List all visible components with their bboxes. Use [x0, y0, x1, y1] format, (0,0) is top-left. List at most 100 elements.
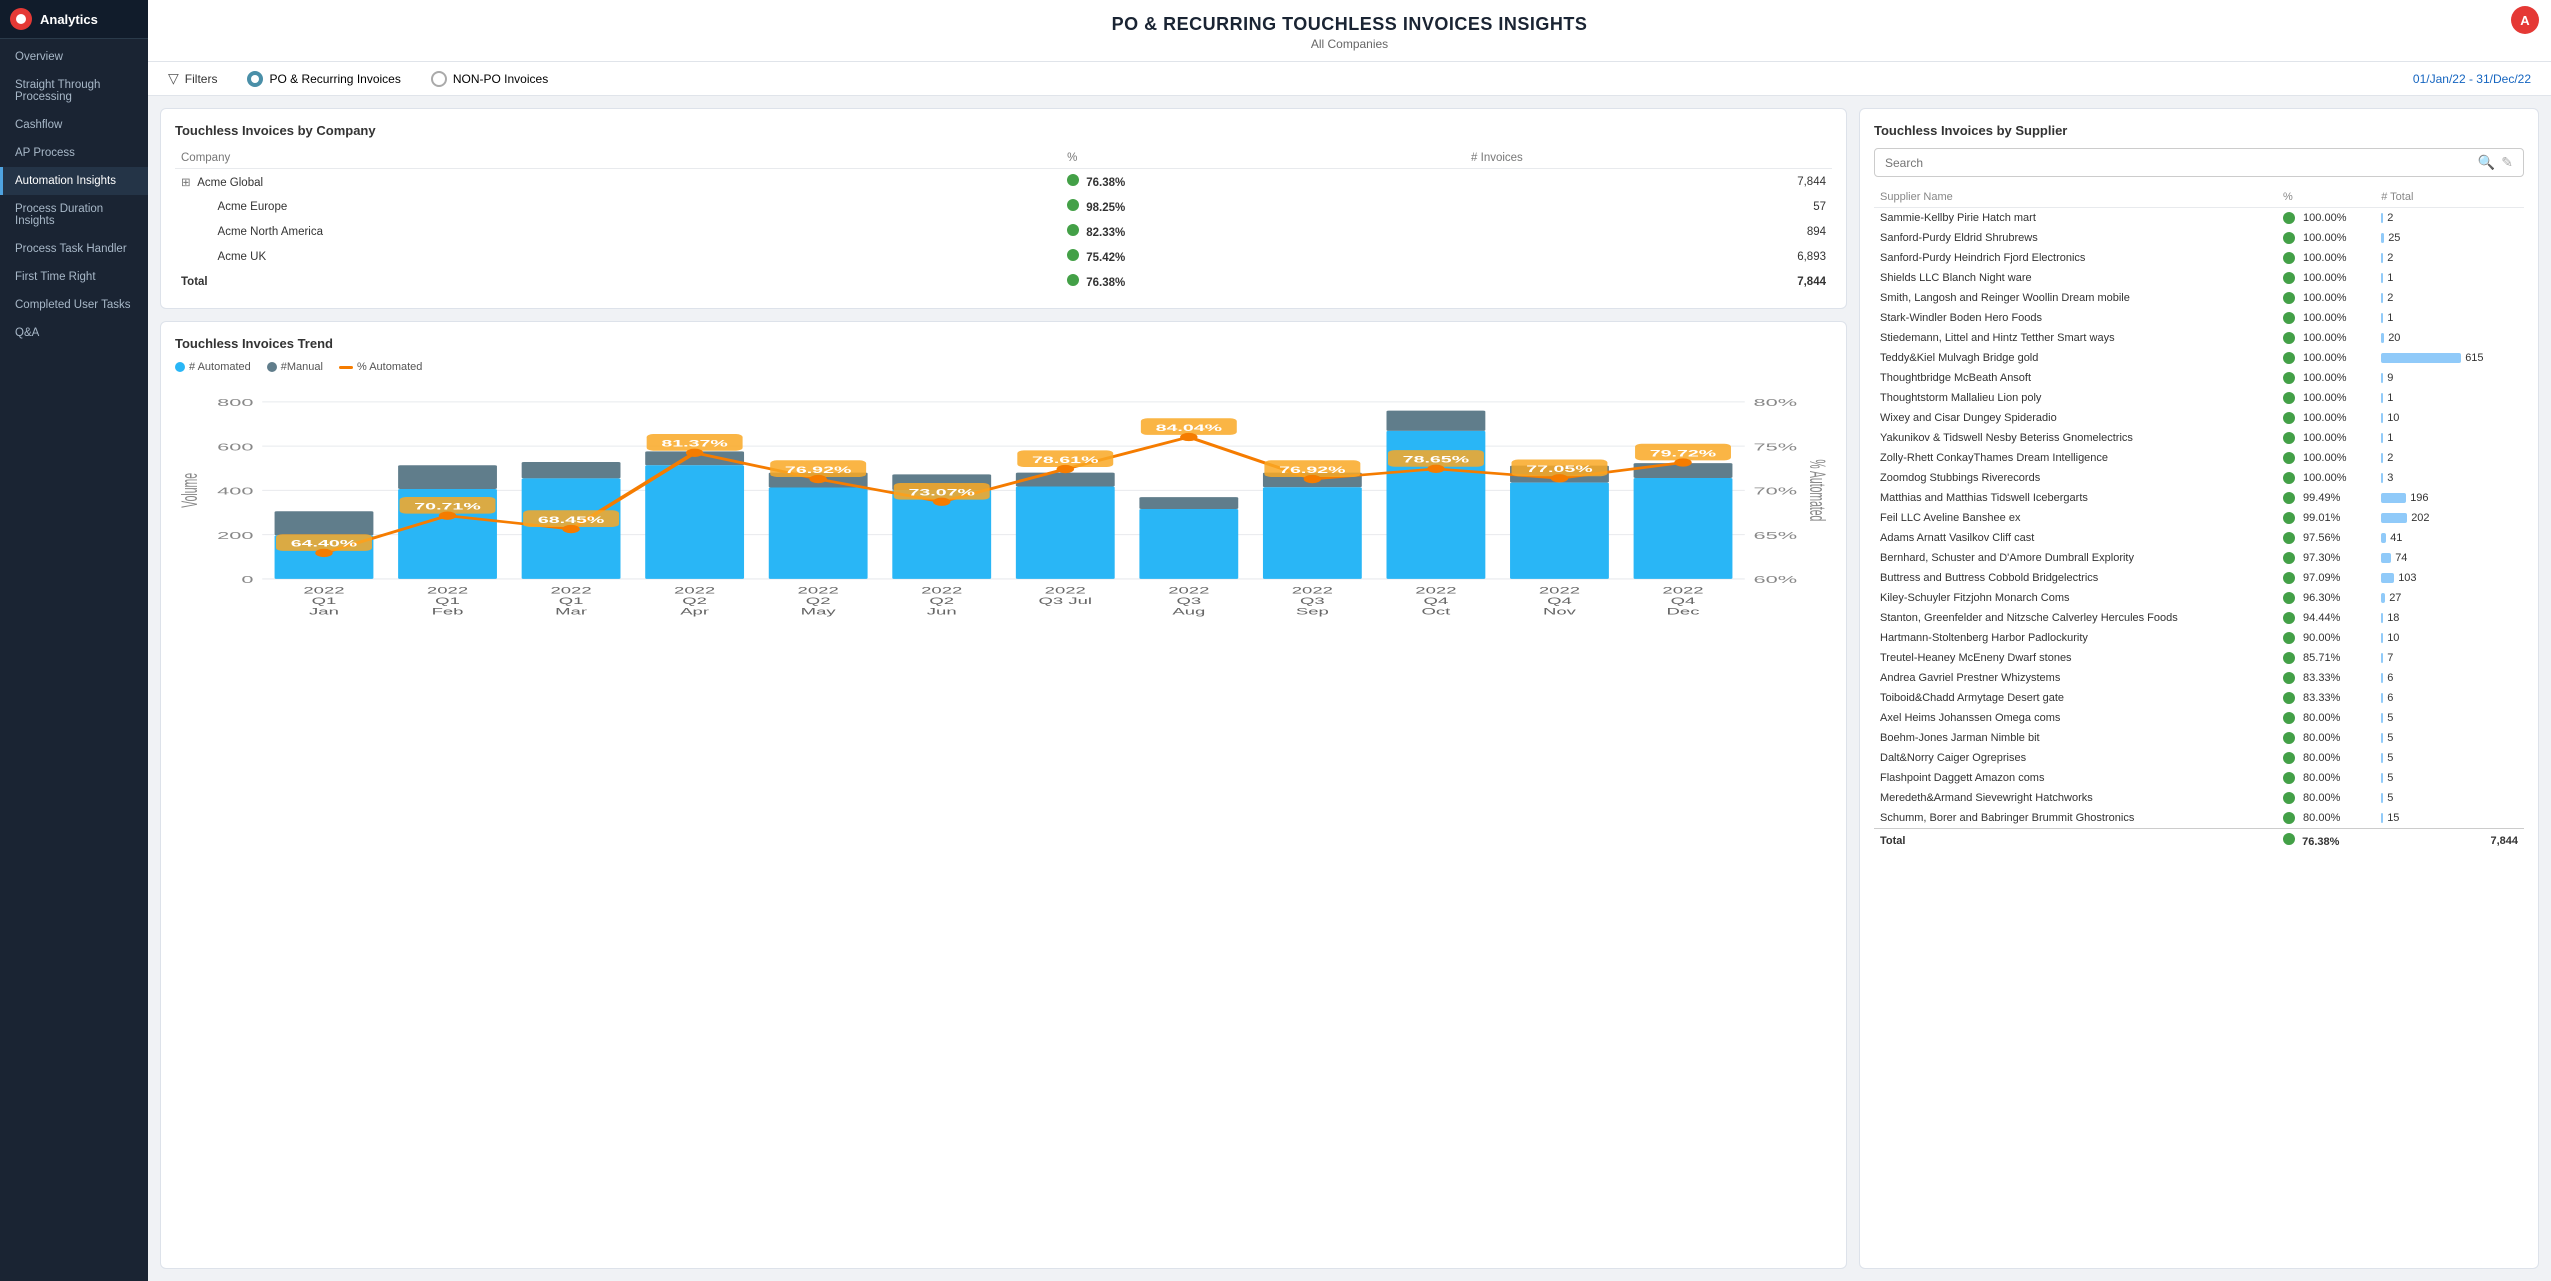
- bar-fill: [2381, 633, 2383, 643]
- sidebar-item-completed-user-tasks[interactable]: Completed User Tasks: [0, 291, 148, 319]
- status-dot: [2283, 452, 2295, 464]
- svg-text:2022: 2022: [921, 586, 962, 596]
- list-item: Wixey and Cisar Dungey Spideradio 100.00…: [1874, 408, 2524, 428]
- svg-text:77.05%: 77.05%: [1526, 464, 1593, 474]
- supplier-name: Zolly-Rhett ConkayThames Dream Intellige…: [1874, 448, 2277, 468]
- supplier-pct: 90.00%: [2277, 628, 2375, 648]
- po-recurring-radio[interactable]: [247, 71, 263, 87]
- svg-text:70.71%: 70.71%: [414, 502, 481, 512]
- list-item: Feil LLC Aveline Banshee ex 99.01% 202: [1874, 508, 2524, 528]
- supplier-name: Bernhard, Schuster and D'Amore Dumbrall …: [1874, 548, 2277, 568]
- trend-title: Touchless Invoices Trend: [175, 336, 1832, 351]
- svg-text:Q3 Jul: Q3 Jul: [1039, 597, 1093, 607]
- svg-text:60%: 60%: [1754, 574, 1798, 586]
- non-po-radio[interactable]: [431, 71, 447, 87]
- company-invoices: 7,844: [1465, 169, 1832, 195]
- svg-text:2022: 2022: [1045, 586, 1086, 596]
- bar-fill: [2381, 713, 2383, 723]
- list-item: Bernhard, Schuster and D'Amore Dumbrall …: [1874, 548, 2524, 568]
- list-item: Treutel-Heaney McEneny Dwarf stones 85.7…: [1874, 648, 2524, 668]
- svg-text:81.37%: 81.37%: [661, 439, 728, 449]
- status-dot: [2283, 412, 2295, 424]
- supplier-total: 103: [2375, 568, 2524, 588]
- status-dot: [1067, 224, 1079, 236]
- list-item: Yakunikov & Tidswell Nesby Beteriss Gnom…: [1874, 428, 2524, 448]
- svg-text:70%: 70%: [1754, 485, 1798, 497]
- status-dot: [2283, 292, 2295, 304]
- bar-fill: [2381, 453, 2383, 463]
- bar-fill: [2381, 253, 2383, 263]
- list-item: Adams Arnatt Vasilkov Cliff cast 97.56% …: [1874, 528, 2524, 548]
- expand-icon[interactable]: ⊞: [181, 177, 191, 189]
- svg-text:Q3: Q3: [1300, 597, 1325, 607]
- status-dot: [2283, 472, 2295, 484]
- supplier-pct: 100.00%: [2277, 248, 2375, 268]
- status-dot: [2283, 812, 2295, 824]
- supplier-name: Kiley-Schuyler Fitzjohn Monarch Coms: [1874, 588, 2277, 608]
- supplier-total: 202: [2375, 508, 2524, 528]
- svg-text:2022: 2022: [798, 586, 839, 596]
- supplier-name: Shields LLC Blanch Night ware: [1874, 268, 2277, 288]
- supplier-total: 3: [2375, 468, 2524, 488]
- trend-legend: # Automated#Manual% Automated: [175, 361, 1832, 373]
- company-name: Acme UK: [175, 244, 1061, 269]
- status-dot: [2283, 252, 2295, 264]
- filters-button[interactable]: ▽ Filters: [168, 70, 217, 87]
- po-recurring-option[interactable]: PO & Recurring Invoices: [247, 71, 400, 87]
- svg-text:Q4: Q4: [1547, 597, 1572, 607]
- svg-text:400: 400: [217, 485, 253, 497]
- bar-fill: [2381, 333, 2384, 343]
- list-item: Toiboid&Chadd Armytage Desert gate 83.33…: [1874, 688, 2524, 708]
- company-name: ⊞ Acme Global: [175, 169, 1061, 195]
- bar-fill: [2381, 793, 2383, 803]
- supplier-table-wrap[interactable]: Supplier Name % # Total Sammie-Kellby Pi…: [1874, 187, 2524, 1254]
- bar-fill: [2381, 293, 2383, 303]
- edit-icon[interactable]: ✎: [2501, 154, 2513, 171]
- svg-text:Mar: Mar: [555, 607, 587, 617]
- sidebar-item-ap-process[interactable]: AP Process: [0, 139, 148, 167]
- supplier-table: Supplier Name % # Total Sammie-Kellby Pi…: [1874, 187, 2524, 852]
- list-item: Stark-Windler Boden Hero Foods 100.00% 1: [1874, 308, 2524, 328]
- supplier-total: 196: [2375, 488, 2524, 508]
- supplier-name: Thoughtbridge McBeath Ansoft: [1874, 368, 2277, 388]
- sidebar-item-process-task[interactable]: Process Task Handler: [0, 235, 148, 263]
- col-pct: %: [1061, 148, 1465, 169]
- status-dot: [2283, 712, 2295, 724]
- bar-fill: [2381, 233, 2384, 243]
- supplier-pct: 100.00%: [2277, 228, 2375, 248]
- search-input[interactable]: [1885, 156, 2478, 170]
- bar-fill: [2381, 673, 2383, 683]
- svg-text:Apr: Apr: [680, 607, 709, 617]
- supplier-total: 10: [2375, 408, 2524, 428]
- sidebar-item-cashflow[interactable]: Cashflow: [0, 111, 148, 139]
- sidebar-item-overview[interactable]: Overview: [0, 43, 148, 71]
- bar-fill: [2381, 413, 2383, 423]
- list-item: Andrea Gavriel Prestner Whizystems 83.33…: [1874, 668, 2524, 688]
- status-dot: [2283, 632, 2295, 644]
- bar-fill: [2381, 573, 2394, 583]
- company-pct: 82.33%: [1061, 219, 1465, 244]
- sidebar-item-process-duration[interactable]: Process Duration Insights: [0, 195, 148, 235]
- supplier-name: Sanford-Purdy Eldrid Shrubrews: [1874, 228, 2277, 248]
- supplier-col-name: Supplier Name: [1874, 187, 2277, 208]
- svg-text:76.92%: 76.92%: [785, 465, 852, 475]
- list-item: Zolly-Rhett ConkayThames Dream Intellige…: [1874, 448, 2524, 468]
- sidebar-item-automation-insights[interactable]: Automation Insights: [0, 167, 148, 195]
- status-dot: [2283, 612, 2295, 624]
- sidebar-item-first-time-right[interactable]: First Time Right: [0, 263, 148, 291]
- trend-chart: 80060040020002022Q1Jan2022Q1Feb2022Q1Mar…: [175, 381, 1832, 631]
- sidebar-item-qa[interactable]: Q&A: [0, 319, 148, 347]
- page-header: PO & RECURRING TOUCHLESS INVOICES INSIGH…: [148, 0, 2551, 62]
- sidebar-item-stp[interactable]: Straight Through Processing: [0, 71, 148, 111]
- search-bar[interactable]: 🔍 ✎: [1874, 148, 2524, 177]
- avatar: A: [2511, 6, 2539, 34]
- svg-text:Q2: Q2: [929, 597, 954, 607]
- non-po-option[interactable]: NON-PO Invoices: [431, 71, 548, 87]
- svg-text:800: 800: [217, 397, 253, 409]
- supplier-total: 5: [2375, 768, 2524, 788]
- list-item: Stanton, Greenfelder and Nitzsche Calver…: [1874, 608, 2524, 628]
- list-item: Thoughtstorm Mallalieu Lion poly 100.00%…: [1874, 388, 2524, 408]
- svg-text:Q4: Q4: [1424, 597, 1449, 607]
- supplier-pct: 97.09%: [2277, 568, 2375, 588]
- status-dot: [1067, 174, 1079, 186]
